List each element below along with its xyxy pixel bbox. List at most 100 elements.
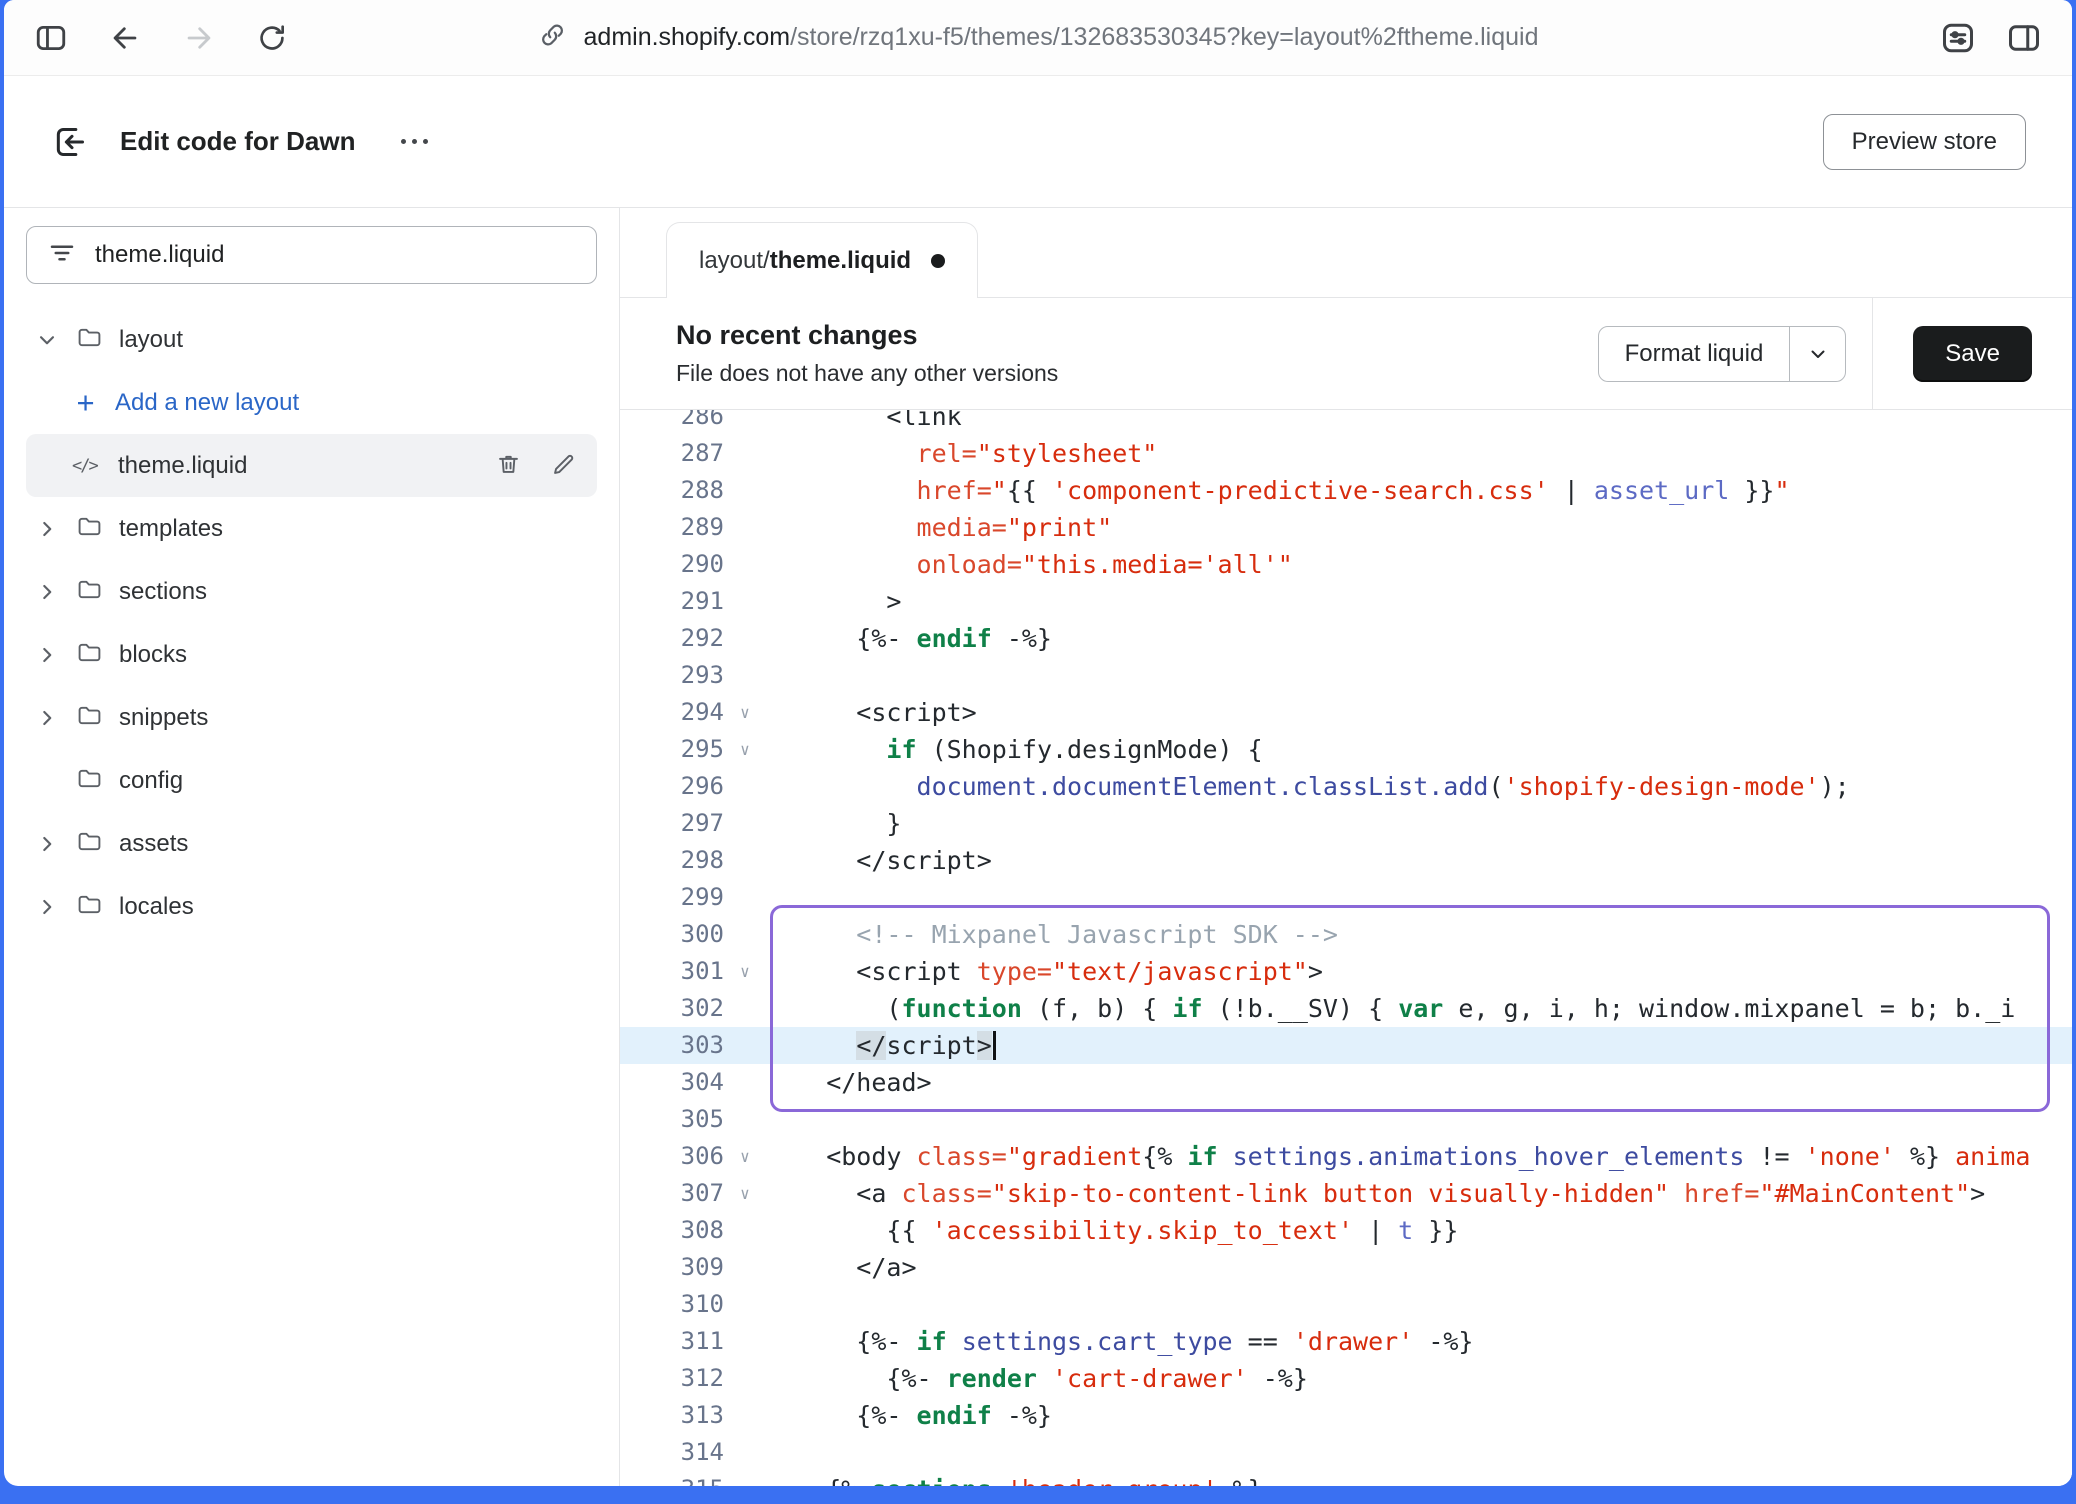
sidebar-item-layout[interactable]: layout — [26, 308, 597, 371]
chevron-right-icon[interactable] — [34, 894, 60, 920]
sidebar-item-assets[interactable]: assets — [26, 812, 597, 875]
code-line-309[interactable]: 309 </a> — [620, 1249, 2072, 1286]
chevron-right-icon[interactable] — [34, 579, 60, 605]
forward-icon[interactable] — [182, 21, 216, 55]
code-line-308[interactable]: 308 {{ 'accessibility.skip_to_text' | t … — [620, 1212, 2072, 1249]
back-icon[interactable] — [108, 21, 142, 55]
code-text[interactable]: href="{{ 'component-predictive-search.cs… — [766, 472, 1790, 509]
code-line-286[interactable]: 286 <link — [620, 410, 2072, 435]
file-search-input[interactable]: theme.liquid — [26, 226, 597, 284]
sidebar-item-locales[interactable]: locales — [26, 875, 597, 938]
sidebar-item-blocks[interactable]: blocks — [26, 623, 597, 686]
line-number: 314 — [620, 1434, 724, 1471]
code-line-315[interactable]: 315 {% sections 'header-group' %} — [620, 1471, 2072, 1486]
add-new-layout-button[interactable]: +Add a new layout — [26, 371, 597, 434]
code-line-311[interactable]: 311 {%- if settings.cart_type == 'drawer… — [620, 1323, 2072, 1360]
code-line-302[interactable]: 302 (function (f, b) { if (!b.__SV) { va… — [620, 990, 2072, 1027]
code-text[interactable]: </a> — [766, 1249, 917, 1286]
code-line-301[interactable]: 301∨ <script type="text/javascript"> — [620, 953, 2072, 990]
code-text[interactable]: media="print" — [766, 509, 1112, 546]
code-text[interactable]: <link — [766, 410, 962, 435]
sidebar-item-sections[interactable]: sections — [26, 560, 597, 623]
chevron-right-icon[interactable] — [34, 516, 60, 542]
chevron-right-icon[interactable] — [34, 705, 60, 731]
browser-right-icons — [1940, 20, 2042, 56]
fold-toggle-icon[interactable]: ∨ — [724, 1138, 766, 1175]
fold-toggle-icon[interactable]: ∨ — [724, 731, 766, 768]
save-button[interactable]: Save — [1913, 326, 2032, 382]
split-view-icon[interactable] — [2006, 20, 2042, 56]
code-text[interactable]: onload="this.media='all'" — [766, 546, 1293, 583]
code-line-304[interactable]: 304 </head> — [620, 1064, 2072, 1101]
exit-editor-icon[interactable] — [50, 122, 90, 162]
code-line-289[interactable]: 289 media="print" — [620, 509, 2072, 546]
delete-file-button[interactable] — [495, 451, 522, 481]
code-text[interactable]: rel="stylesheet" — [766, 435, 1157, 472]
sidebar-toggle-icon[interactable] — [34, 21, 68, 55]
code-line-313[interactable]: 313 {%- endif -%} — [620, 1397, 2072, 1434]
format-liquid-button[interactable]: Format liquid — [1599, 327, 1790, 381]
code-line-307[interactable]: 307∨ <a class="skip-to-content-link butt… — [620, 1175, 2072, 1212]
code-line-292[interactable]: 292 {%- endif -%} — [620, 620, 2072, 657]
code-line-303[interactable]: 303 </script> — [620, 1027, 2072, 1064]
code-line-297[interactable]: 297 } — [620, 805, 2072, 842]
sidebar-item-snippets[interactable]: snippets — [26, 686, 597, 749]
sidebar-item-templates[interactable]: templates — [26, 497, 597, 560]
code-line-314[interactable]: 314 — [620, 1434, 2072, 1471]
fold-toggle-icon[interactable]: ∨ — [724, 694, 766, 731]
sidebar-item-config[interactable]: config — [26, 749, 597, 812]
rename-file-button[interactable] — [550, 451, 577, 481]
code-text[interactable]: <a class="skip-to-content-link button vi… — [766, 1175, 1985, 1212]
code-text[interactable]: {% sections 'header-group' %} — [766, 1471, 1263, 1486]
code-line-312[interactable]: 312 {%- render 'cart-drawer' -%} — [620, 1360, 2072, 1397]
line-number: 295 — [620, 731, 724, 768]
chevron-right-icon[interactable] — [34, 831, 60, 857]
code-text[interactable]: <body class="gradient{% if settings.anim… — [766, 1138, 2030, 1175]
more-menu-button[interactable] — [391, 129, 438, 154]
code-line-310[interactable]: 310 — [620, 1286, 2072, 1323]
code-text[interactable]: (function (f, b) { if (!b.__SV) { var e,… — [766, 990, 2015, 1027]
code-text[interactable]: </script> — [766, 1027, 996, 1064]
code-line-290[interactable]: 290 onload="this.media='all'" — [620, 546, 2072, 583]
preview-store-button[interactable]: Preview store — [1823, 114, 2026, 170]
code-line-291[interactable]: 291 > — [620, 583, 2072, 620]
code-text[interactable]: {%- endif -%} — [766, 1397, 1052, 1434]
code-line-299[interactable]: 299 — [620, 879, 2072, 916]
code-text[interactable]: <script> — [766, 694, 977, 731]
code-text[interactable]: {{ 'accessibility.skip_to_text' | t }} — [766, 1212, 1458, 1249]
fold-spacer — [724, 1471, 766, 1486]
code-line-298[interactable]: 298 </script> — [620, 842, 2072, 879]
code-text[interactable]: {%- endif -%} — [766, 620, 1052, 657]
code-line-306[interactable]: 306∨ <body class="gradient{% if settings… — [620, 1138, 2072, 1175]
code-line-296[interactable]: 296 document.documentElement.classList.a… — [620, 768, 2072, 805]
chevron-down-icon[interactable] — [34, 327, 60, 353]
code-text[interactable]: {%- if settings.cart_type == 'drawer' -%… — [766, 1323, 1473, 1360]
code-line-294[interactable]: 294∨ <script> — [620, 694, 2072, 731]
fold-toggle-icon[interactable]: ∨ — [724, 953, 766, 990]
fold-toggle-icon[interactable]: ∨ — [724, 1175, 766, 1212]
code-text[interactable]: </script> — [766, 842, 992, 879]
extensions-icon[interactable] — [1940, 20, 1976, 56]
code-text[interactable]: </head> — [766, 1064, 932, 1101]
code-text[interactable]: {%- render 'cart-drawer' -%} — [766, 1360, 1308, 1397]
code-line-305[interactable]: 305 — [620, 1101, 2072, 1138]
code-line-287[interactable]: 287 rel="stylesheet" — [620, 435, 2072, 472]
code-text[interactable]: if (Shopify.designMode) { — [766, 731, 1263, 768]
code-editor[interactable]: 286 <link287 rel="stylesheet"288 href="{… — [620, 410, 2072, 1486]
chevron-right-icon[interactable] — [34, 642, 60, 668]
address-bar[interactable]: admin.shopify.com/store/rzq1xu-f5/themes… — [538, 0, 1539, 75]
code-line-288[interactable]: 288 href="{{ 'component-predictive-searc… — [620, 472, 2072, 509]
sidebar-item-theme.liquid[interactable]: </>theme.liquid — [26, 434, 597, 497]
format-options-chevron-icon[interactable] — [1789, 327, 1845, 381]
refresh-icon[interactable] — [256, 22, 288, 54]
code-text[interactable]: } — [766, 805, 901, 842]
code-text[interactable]: > — [766, 583, 901, 620]
code-text[interactable]: <script type="text/javascript"> — [766, 953, 1323, 990]
code-line-293[interactable]: 293 — [620, 657, 2072, 694]
folder-label: sections — [119, 578, 207, 606]
code-text[interactable]: <!-- Mixpanel Javascript SDK --> — [766, 916, 1338, 953]
code-line-300[interactable]: 300 <!-- Mixpanel Javascript SDK --> — [620, 916, 2072, 953]
tab-theme-liquid[interactable]: layout/theme.liquid — [666, 222, 978, 298]
code-text[interactable]: document.documentElement.classList.add('… — [766, 768, 1850, 805]
code-line-295[interactable]: 295∨ if (Shopify.designMode) { — [620, 731, 2072, 768]
